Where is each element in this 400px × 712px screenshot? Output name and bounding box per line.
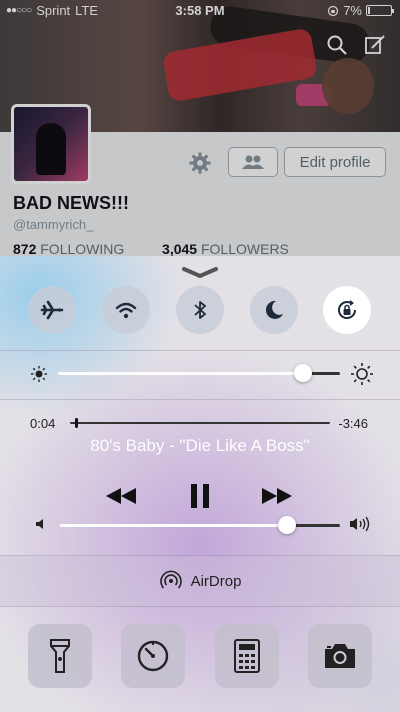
elapsed-time: 0:04 — [30, 416, 56, 431]
divider — [0, 606, 400, 607]
remaining-time: -3:46 — [338, 416, 368, 431]
flashlight-button[interactable] — [28, 624, 92, 688]
volume-slider-fill — [60, 524, 287, 527]
brightness-slider-knob[interactable] — [294, 364, 312, 382]
fast-forward-icon — [262, 488, 292, 504]
do-not-disturb-toggle[interactable] — [250, 286, 298, 334]
timer-icon — [137, 640, 169, 672]
calculator-icon — [234, 639, 260, 673]
wifi-icon — [115, 302, 137, 319]
brightness-slider-fill — [58, 372, 303, 375]
rewind-button[interactable] — [104, 482, 138, 510]
volume-high-icon — [350, 516, 370, 532]
divider — [0, 350, 400, 351]
song-title: 80's Baby - "Die Like A Boss" — [90, 436, 310, 455]
calculator-button[interactable] — [215, 624, 279, 688]
volume-slider-knob[interactable] — [278, 516, 296, 534]
wifi-toggle[interactable] — [102, 286, 150, 334]
fast-forward-button[interactable] — [260, 482, 294, 510]
flashlight-icon — [50, 639, 70, 673]
chevron-down-icon[interactable] — [180, 265, 220, 279]
brightness-low-icon — [31, 366, 47, 382]
brightness-high-icon — [351, 363, 373, 385]
scrubber-track — [70, 422, 330, 424]
bluetooth-icon — [194, 301, 206, 319]
control-center: 0:04 -3:46 80's Baby - "Die Like A Boss"… — [0, 256, 400, 712]
airdrop-button[interactable]: AirDrop — [0, 556, 400, 606]
camera-icon — [325, 644, 355, 668]
airdrop-label: AirDrop — [190, 572, 242, 590]
airplane-mode-toggle[interactable] — [28, 286, 76, 334]
rotation-lock-icon — [338, 300, 357, 319]
bluetooth-toggle[interactable] — [176, 286, 224, 334]
airplane-icon — [40, 300, 64, 320]
pause-icon — [191, 484, 209, 508]
moon-icon — [265, 300, 283, 319]
rotation-lock-toggle[interactable] — [323, 286, 371, 334]
timer-button[interactable] — [121, 624, 185, 688]
volume-low-icon — [36, 519, 43, 529]
airdrop-icon — [159, 570, 182, 589]
divider — [0, 399, 400, 400]
pause-button[interactable] — [186, 482, 214, 510]
rewind-icon — [106, 488, 136, 504]
scrubber-playhead[interactable] — [75, 418, 78, 428]
camera-button[interactable] — [308, 624, 372, 688]
